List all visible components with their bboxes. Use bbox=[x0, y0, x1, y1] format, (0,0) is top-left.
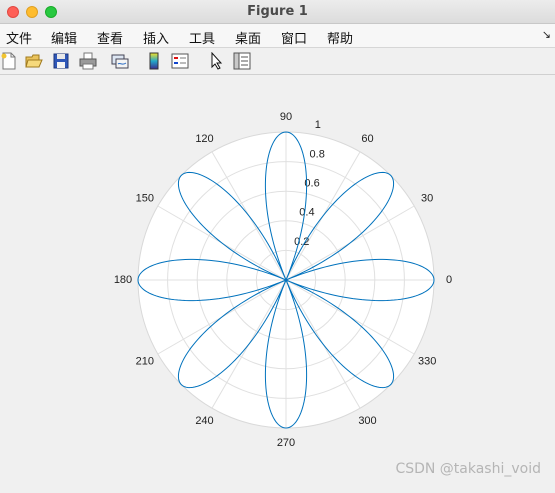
print-icon[interactable] bbox=[79, 52, 97, 70]
theta-tick-label: 240 bbox=[195, 415, 213, 427]
r-tick-label: 0.8 bbox=[310, 148, 325, 160]
menu-tools[interactable]: 工具 bbox=[189, 28, 215, 47]
theta-tick-label: 60 bbox=[361, 133, 373, 145]
menu-insert[interactable]: 插入 bbox=[143, 28, 169, 47]
theta-tick-label: 0 bbox=[446, 274, 452, 286]
menu-file[interactable]: 文件 bbox=[6, 28, 32, 47]
menu-window[interactable]: 窗口 bbox=[281, 28, 307, 47]
new-figure-icon[interactable] bbox=[0, 52, 18, 70]
menu-view[interactable]: 查看 bbox=[97, 28, 123, 47]
polar-plot: 03060901201501802102402703003300.20.40.6… bbox=[114, 111, 452, 449]
window-titlebar: Figure 1 bbox=[0, 0, 555, 24]
theta-tick-label: 210 bbox=[136, 356, 154, 368]
menu-bar: 文件 编辑 查看 插入 工具 桌面 窗口 帮助 ↘ bbox=[0, 24, 555, 48]
theta-tick-label: 30 bbox=[421, 193, 433, 205]
pointer-icon[interactable] bbox=[207, 52, 225, 70]
r-tick-label: 0.4 bbox=[299, 207, 314, 219]
colorbar-icon[interactable] bbox=[145, 52, 163, 70]
r-tick-label: 1 bbox=[315, 119, 321, 131]
save-icon[interactable] bbox=[52, 52, 70, 70]
menu-overflow-icon[interactable]: ↘ bbox=[542, 28, 551, 41]
menu-help[interactable]: 帮助 bbox=[327, 28, 353, 47]
link-plot-icon[interactable] bbox=[111, 52, 129, 70]
figure-canvas[interactable]: 0 30 60 90 120 150 180 210 240 270 300 330 0.2 0.4 0.6… bbox=[0, 76, 555, 489]
open-file-icon[interactable] bbox=[25, 52, 43, 70]
theta-tick-label: 150 bbox=[136, 193, 154, 205]
theta-tick-label: 120 bbox=[195, 133, 213, 145]
theta-tick-label: 300 bbox=[358, 415, 376, 427]
property-inspector-icon[interactable] bbox=[233, 52, 251, 70]
window-title: Figure 1 bbox=[247, 4, 308, 19]
figure-toolbar bbox=[0, 48, 555, 75]
theta-tick-label: 180 bbox=[114, 274, 132, 286]
watermark: CSDN @takashi_void bbox=[395, 461, 541, 477]
theta-tick-label: 90 bbox=[280, 111, 292, 123]
menu-desktop[interactable]: 桌面 bbox=[235, 28, 261, 47]
theta-tick-label: 270 bbox=[277, 437, 295, 449]
theta-tick-label: 330 bbox=[418, 356, 436, 368]
legend-icon[interactable] bbox=[171, 52, 189, 70]
menu-edit[interactable]: 编辑 bbox=[51, 28, 77, 47]
r-tick-label: 0.2 bbox=[294, 236, 309, 248]
